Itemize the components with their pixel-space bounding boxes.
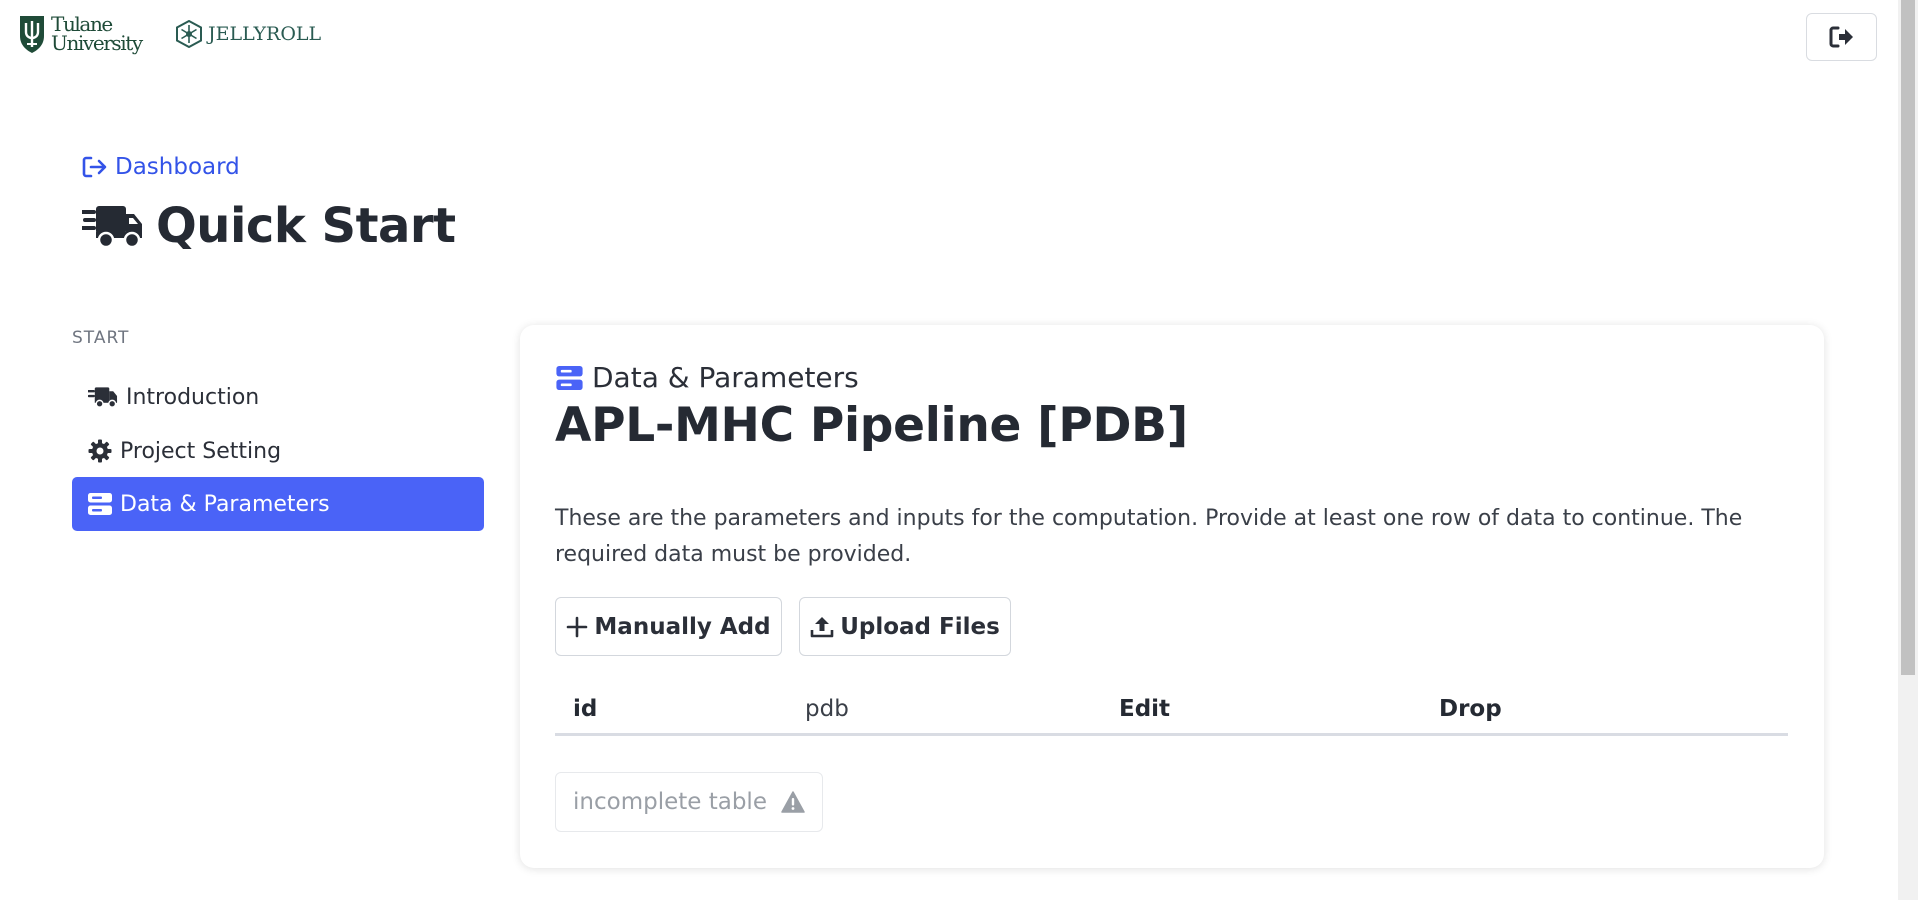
column-header-pdb[interactable]: pdb <box>805 696 849 722</box>
scrollbar-thumb[interactable] <box>1901 0 1915 675</box>
jellyroll-hex-icon <box>176 20 202 48</box>
data-table-header: id pdb Edit Drop <box>555 686 1788 736</box>
jellyroll-logo[interactable]: JELLYROLL <box>176 20 321 48</box>
jellyroll-logo-text: JELLYROLL <box>208 23 322 45</box>
dashboard-link-label: Dashboard <box>115 154 240 180</box>
column-header-drop: Drop <box>1439 696 1502 722</box>
pipeline-title: APL-MHC Pipeline [PDB] <box>555 398 1188 453</box>
card-description: These are the parameters and inputs for … <box>555 506 1743 567</box>
card-eyebrow: Data & Parameters <box>555 361 859 394</box>
upload-files-button[interactable]: Upload Files <box>799 597 1011 656</box>
page-title-text: Quick Start <box>156 198 456 254</box>
truck-fast-icon <box>88 387 118 408</box>
logout-button[interactable] <box>1806 13 1877 61</box>
card-eyebrow-label: Data & Parameters <box>592 361 859 394</box>
sidebar-section-label: START <box>72 328 130 348</box>
incomplete-table-button[interactable]: incomplete table <box>555 772 823 832</box>
server-icon <box>88 493 112 515</box>
dashboard-link[interactable]: Dashboard <box>82 154 240 180</box>
arrow-right-from-bracket-icon <box>82 156 107 178</box>
column-header-id[interactable]: id <box>573 696 597 722</box>
upload-icon <box>810 616 834 637</box>
sidebar-item-label: Project Setting <box>120 438 282 464</box>
tulane-logo[interactable]: Tulane University <box>18 14 143 55</box>
plus-icon <box>567 616 588 637</box>
sidebar-item-label: Introduction <box>126 384 260 410</box>
sidebar-item-introduction[interactable]: Introduction <box>72 370 484 424</box>
sidebar-item-project-setting[interactable]: Project Setting <box>72 424 484 478</box>
data-parameters-card: Data & Parameters APL-MHC Pipeline [PDB]… <box>520 325 1824 868</box>
page-title: Quick Start <box>82 198 456 254</box>
sign-out-icon <box>1829 26 1853 48</box>
app-header: Tulane University JELLYROLL <box>0 0 1898 78</box>
sidebar-item-label: Data & Parameters <box>120 491 330 517</box>
truck-fast-icon <box>82 206 142 249</box>
server-icon <box>556 365 583 390</box>
sidebar-item-data-parameters[interactable]: Data & Parameters <box>72 477 484 531</box>
warning-triangle-icon <box>781 791 805 813</box>
column-header-edit: Edit <box>1119 696 1171 722</box>
tulane-shield-icon <box>20 16 44 53</box>
incomplete-table-label: incomplete table <box>573 789 767 815</box>
manually-add-button[interactable]: Manually Add <box>555 597 782 656</box>
upload-files-label: Upload Files <box>840 613 1000 640</box>
page-scrollbar[interactable] <box>1898 0 1918 900</box>
tulane-logo-line2: University <box>51 31 143 55</box>
gear-icon <box>88 439 112 463</box>
manually-add-label: Manually Add <box>594 613 771 640</box>
